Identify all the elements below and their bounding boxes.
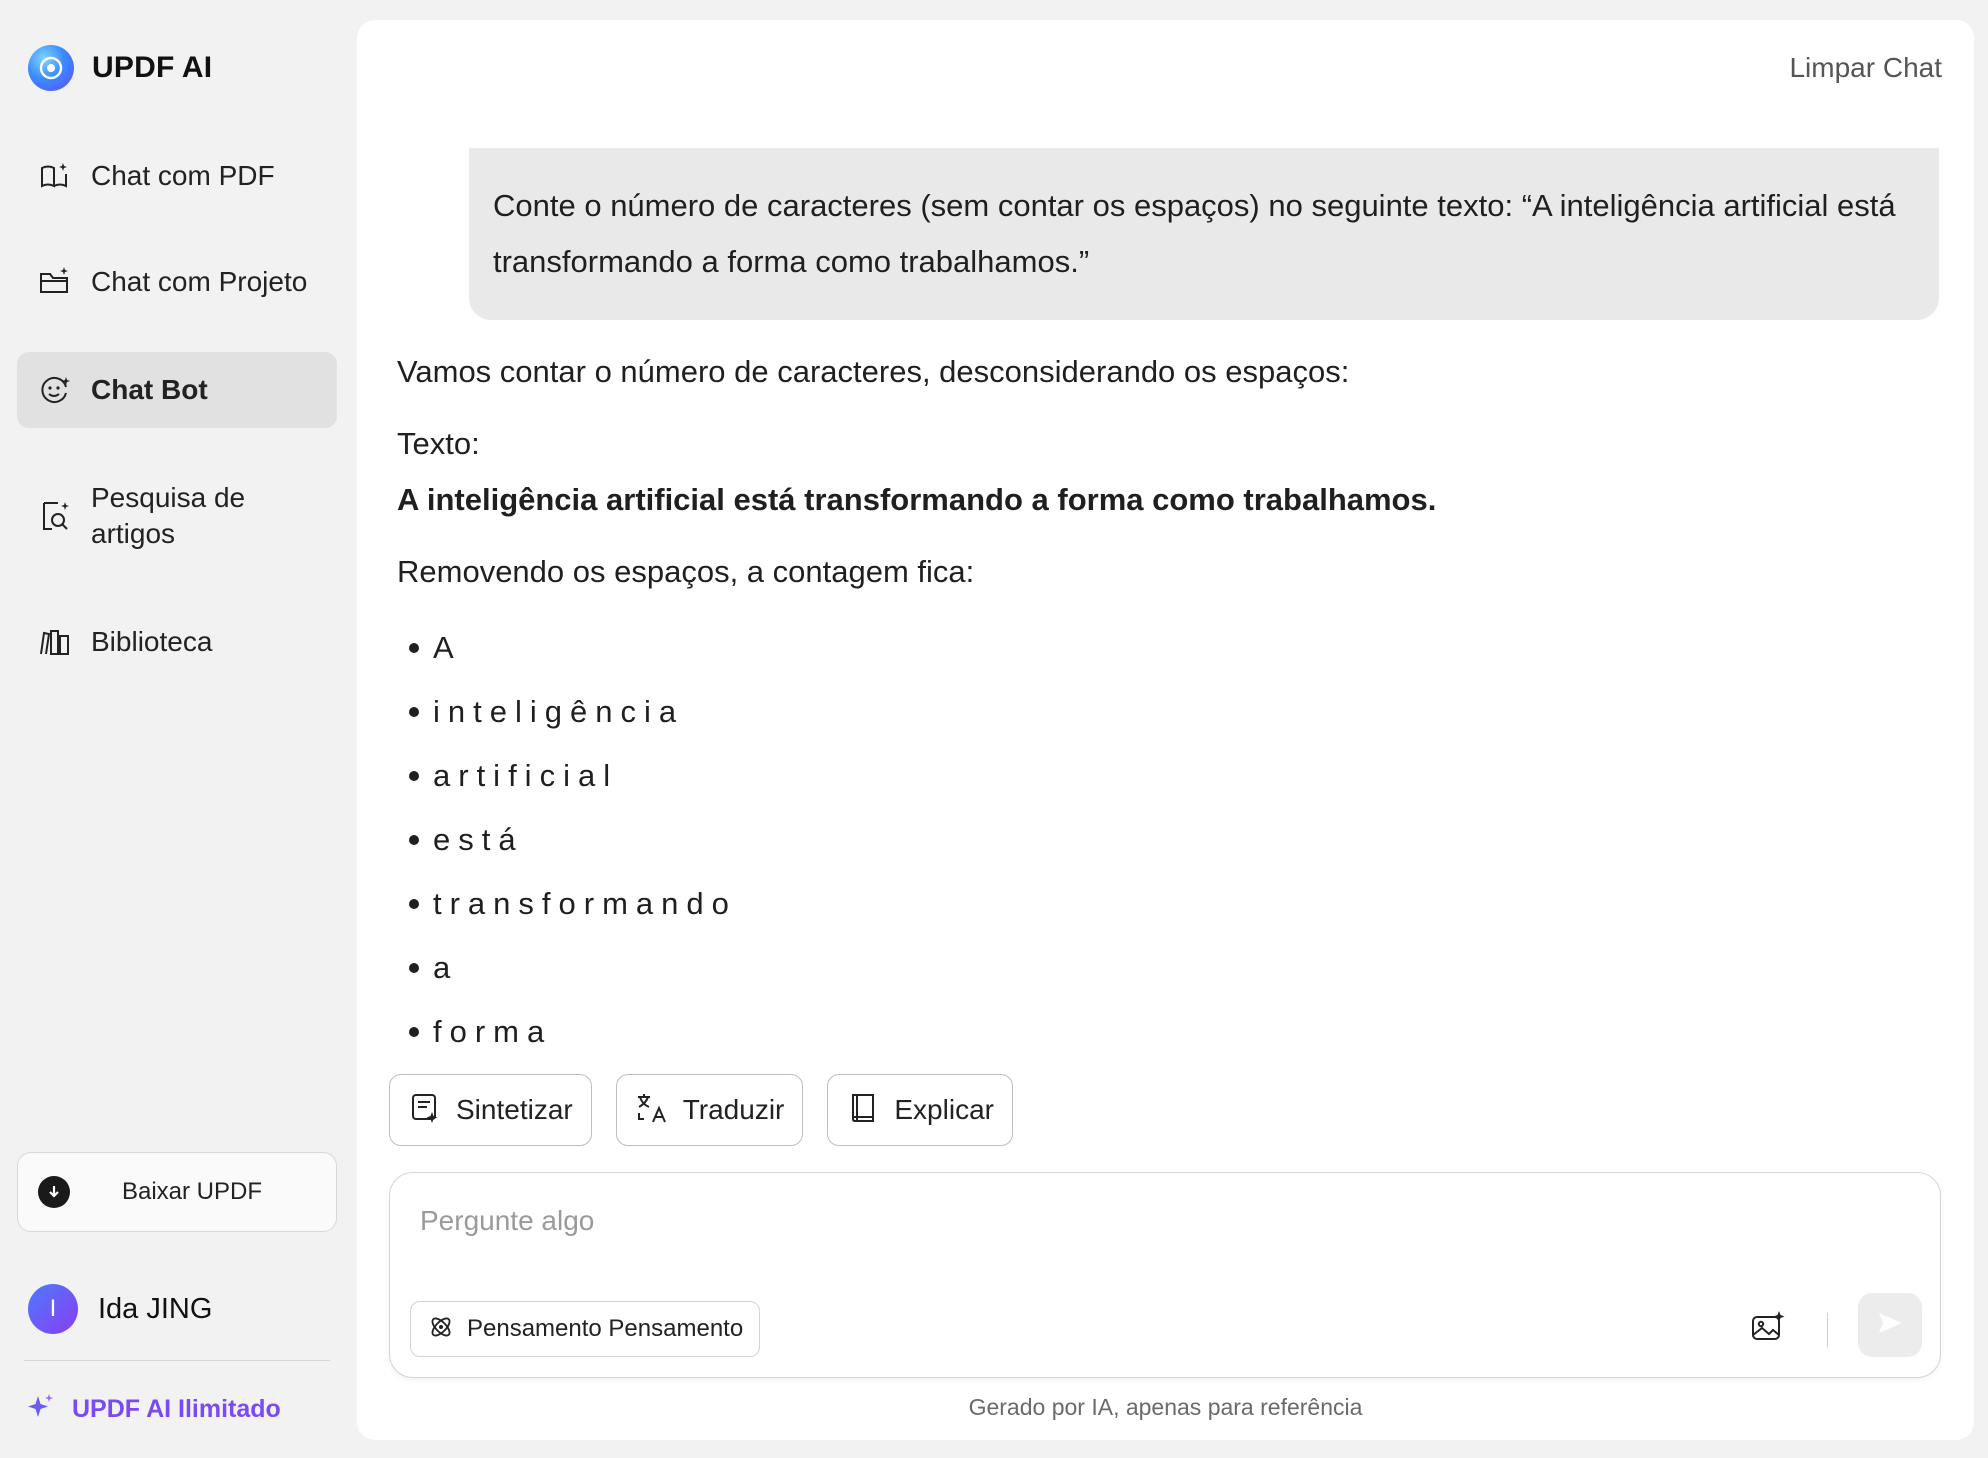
- list-item: transformando: [397, 882, 737, 946]
- quick-actions: Sintetizar Traduzir Explicar: [389, 1074, 1013, 1146]
- list-item: inteligência: [397, 690, 737, 754]
- sidebar-item-label: Biblioteca: [91, 626, 213, 657]
- list-item: A: [397, 626, 737, 690]
- atom-icon: [427, 1313, 455, 1346]
- sidebar-item-label: Chat com Projeto: [91, 266, 308, 297]
- bullet: [409, 899, 419, 909]
- download-label: Baixar UPDF: [121, 1178, 263, 1205]
- avatar: I: [28, 1284, 78, 1334]
- thinking-label: Pensamento Pensamento: [467, 1315, 744, 1342]
- list-item-text: A: [433, 630, 462, 665]
- answer-text-label: Texto:: [397, 426, 480, 461]
- user-profile[interactable]: I Ida JING: [28, 1284, 212, 1334]
- list-item: está: [397, 818, 737, 882]
- bullet: [409, 835, 419, 845]
- chat-panel: Limpar Chat Conte o número de caracteres…: [357, 20, 1974, 1440]
- bullet: [409, 963, 419, 973]
- book-sparkle-icon: [37, 158, 73, 194]
- list-item-text: está: [433, 822, 524, 857]
- answer-word-list: A inteligência artificial está transform…: [397, 626, 737, 1074]
- bullet: [409, 643, 419, 653]
- list-item-text: transformando: [433, 886, 737, 921]
- brand-name: UPDF AI: [92, 51, 213, 84]
- answer-text-value: A inteligência artificial está transform…: [397, 482, 1437, 517]
- message-composer: Pensamento Pensamento: [389, 1172, 1941, 1378]
- summarize-button[interactable]: Sintetizar: [389, 1074, 592, 1146]
- upgrade-label: UPDF AI Ilimitado: [72, 1395, 281, 1423]
- explain-label: Explicar: [894, 1094, 994, 1125]
- send-icon: [1875, 1308, 1905, 1343]
- image-sparkle-icon: [1750, 1309, 1786, 1350]
- ask-input[interactable]: [420, 1199, 1820, 1243]
- translate-icon: [635, 1091, 669, 1130]
- sparkle-icon: [26, 1392, 56, 1427]
- list-item-text: forma: [433, 1014, 553, 1049]
- list-item: forma: [397, 1010, 737, 1074]
- ai-disclaimer: Gerado por IA, apenas para referência: [968, 1394, 1363, 1420]
- answer-removing-line: Removendo os espaços, a contagem fica:: [397, 554, 975, 589]
- list-item: a: [397, 946, 737, 1010]
- bot-face-icon: [37, 372, 73, 408]
- list-item-text: inteligência: [433, 694, 685, 729]
- bullet: [409, 707, 419, 717]
- answer-intro: Vamos contar o número de caracteres, des…: [397, 354, 1350, 389]
- sidebar-item-chat-pdf[interactable]: Chat com PDF: [17, 138, 337, 214]
- bullet: [409, 1027, 419, 1037]
- thinking-toggle[interactable]: Pensamento Pensamento: [410, 1301, 761, 1357]
- sidebar-item-chat-projeto[interactable]: Chat com Projeto: [17, 244, 337, 320]
- download-updf-button[interactable]: Baixar UPDF: [17, 1152, 337, 1232]
- upgrade-link[interactable]: UPDF AI Ilimitado: [26, 1392, 281, 1427]
- folder-sparkle-icon: [37, 264, 73, 300]
- sidebar-item-label: Pesquisa de artigos: [91, 482, 246, 549]
- composer-divider: [1827, 1313, 1828, 1347]
- translate-label: Traduzir: [682, 1094, 785, 1125]
- sidebar-item-biblioteca[interactable]: Biblioteca: [17, 604, 337, 680]
- brand[interactable]: UPDF AI: [28, 44, 212, 92]
- list-item: artificial: [397, 754, 737, 818]
- sidebar-item-label: Chat Bot: [91, 374, 208, 405]
- user-message-bubble: Conte o número de caracteres (sem contar…: [469, 148, 1939, 320]
- image-upload-button[interactable]: [1746, 1307, 1790, 1351]
- document-search-icon: [37, 498, 73, 534]
- updf-logo-icon: [28, 45, 74, 91]
- bullet: [409, 771, 419, 781]
- sidebar-divider: [24, 1360, 330, 1361]
- sidebar-item-pesquisa-artigos[interactable]: Pesquisa de artigos: [17, 464, 337, 568]
- book-icon: [846, 1091, 880, 1130]
- send-button[interactable]: [1858, 1293, 1922, 1357]
- summarize-icon: [408, 1091, 442, 1130]
- translate-button[interactable]: Traduzir: [615, 1074, 804, 1146]
- sidebar: UPDF AI Chat com PDF Chat com Projeto Ch…: [0, 0, 356, 1458]
- sidebar-item-label: Chat com PDF: [91, 160, 275, 191]
- clear-chat-button[interactable]: Limpar Chat: [1789, 52, 1942, 84]
- list-item-text: artificial: [433, 758, 619, 793]
- sidebar-item-chat-bot[interactable]: Chat Bot: [17, 352, 337, 428]
- list-item-text: a: [433, 950, 459, 985]
- app-window: UPDF AI Chat com PDF Chat com Projeto Ch…: [0, 0, 1988, 1458]
- user-name: Ida JING: [98, 1292, 213, 1325]
- explain-button[interactable]: Explicar: [827, 1074, 1013, 1146]
- library-icon: [37, 624, 73, 660]
- summarize-label: Sintetizar: [456, 1094, 573, 1125]
